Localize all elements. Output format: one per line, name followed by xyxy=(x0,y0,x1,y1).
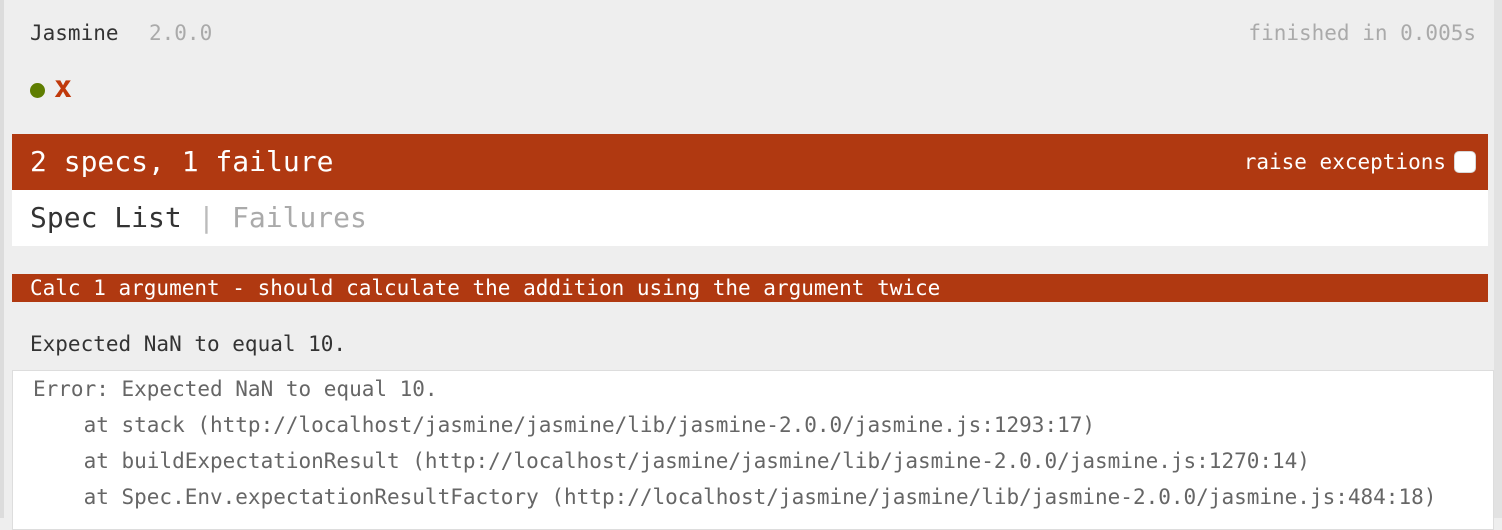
failures-link[interactable]: Failures xyxy=(232,200,367,236)
stack-trace-line: at Spec.Env.expectationResultFactory (ht… xyxy=(33,485,1437,509)
spec-count-summary: 2 specs, 1 failure xyxy=(30,145,334,178)
spec-list-link[interactable]: Spec List xyxy=(30,200,182,236)
results-menu: Spec List | Failures xyxy=(12,190,1488,246)
jasmine-version: 2.0.0 xyxy=(149,21,213,45)
menu-separator: | xyxy=(198,201,215,234)
passed-spec-dot-icon xyxy=(30,83,45,98)
failed-spec-header: Calc 1 argument - should calculate the a… xyxy=(12,274,1488,302)
stack-trace: Error: Expected NaN to equal 10. at stac… xyxy=(12,370,1494,530)
raise-exceptions-label[interactable]: raise exceptions xyxy=(1244,150,1446,174)
stack-trace-line: at stack (http://localhost/jasmine/jasmi… xyxy=(33,413,1096,437)
raise-exceptions-option[interactable]: raise exceptions xyxy=(1244,148,1476,176)
failed-spec-description[interactable]: Calc 1 argument - should calculate the a… xyxy=(30,274,940,302)
window-right-edge xyxy=(1494,0,1502,518)
raise-exceptions-checkbox[interactable] xyxy=(1454,151,1476,173)
jasmine-title: Jasmine xyxy=(30,21,119,45)
stack-trace-line: at buildExpectationResult (http://localh… xyxy=(33,449,1310,473)
jasmine-banner: Jasmine 2.0.0 finished in 0.005s xyxy=(12,18,1488,50)
failure-message: Expected NaN to equal 10. xyxy=(30,332,347,356)
stack-trace-line: Error: Expected NaN to equal 10. xyxy=(33,377,438,401)
failed-spec-x-icon: x xyxy=(54,70,73,105)
failure-alert-bar: 2 specs, 1 failure raise exceptions xyxy=(12,134,1488,190)
run-duration: finished in 0.005s xyxy=(1248,21,1476,45)
window-left-edge xyxy=(0,0,4,518)
